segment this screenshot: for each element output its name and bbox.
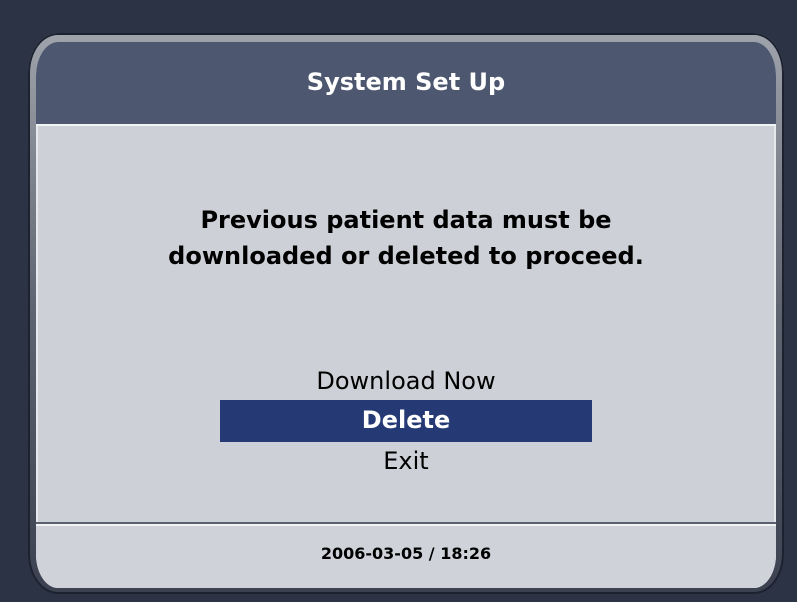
message-line-2: downloaded or deleted to proceed.: [168, 242, 644, 270]
footer-divider: [36, 524, 776, 526]
delete-option[interactable]: Delete: [220, 400, 592, 442]
screen: System Set Up Previous patient data must…: [36, 42, 776, 588]
message-line-1: Previous patient data must be: [200, 206, 612, 234]
options-menu: Download Now Delete Exit: [36, 362, 776, 480]
status-footer: 2006-03-05 / 18:26: [36, 522, 776, 588]
exit-option[interactable]: Exit: [220, 442, 592, 480]
download-now-option[interactable]: Download Now: [220, 362, 592, 400]
title-bar: System Set Up: [36, 42, 776, 126]
dialog-message: Previous patient data must be downloaded…: [36, 202, 776, 274]
date-time-display: 2006-03-05 / 18:26: [320, 544, 492, 563]
page-title: System Set Up: [306, 68, 506, 96]
